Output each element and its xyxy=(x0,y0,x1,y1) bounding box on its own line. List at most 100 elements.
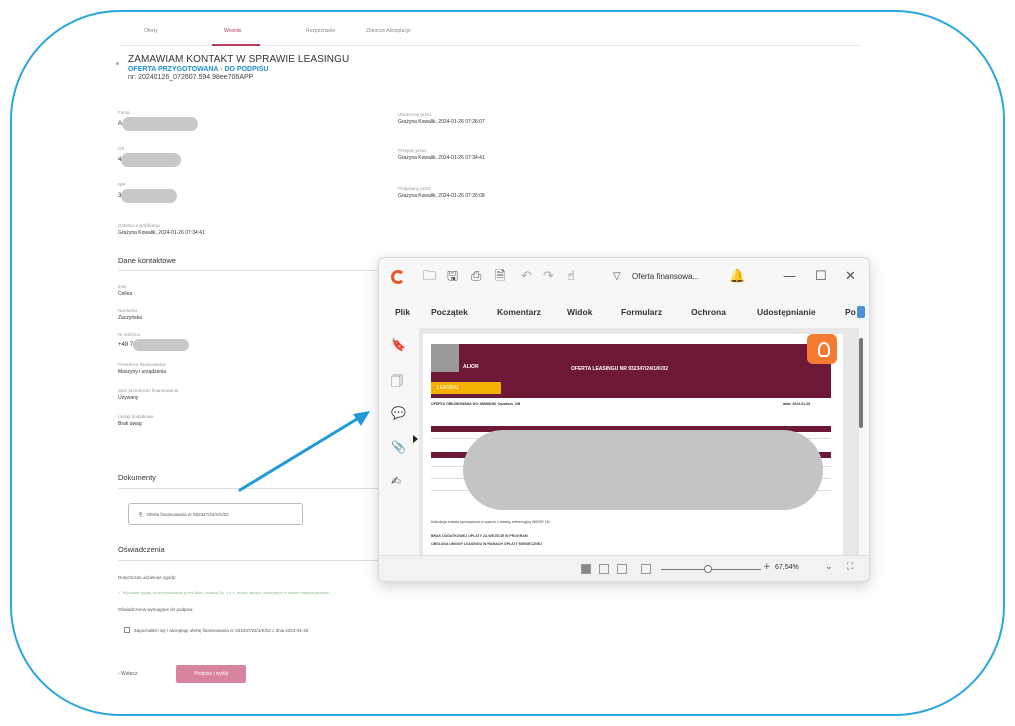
request-header: ZAMAWIAM KONTAKT W SPRAWIE LEASINGU OFER… xyxy=(116,54,350,81)
pages-icon[interactable]: 🗍 xyxy=(391,372,403,393)
company-label: Firma xyxy=(118,110,130,115)
menu-form[interactable]: Formularz xyxy=(621,307,662,317)
last-modified-label: Ostatnia modyfikacja xyxy=(118,223,160,228)
app-logo-icon xyxy=(391,270,405,284)
menu-view[interactable]: Widok xyxy=(567,307,592,317)
back-link[interactable]: ‹ Wstecz xyxy=(118,671,137,677)
accept-offer-row: Zapoznałem się i akceptuję ofertę finans… xyxy=(124,627,308,633)
phone-label: Nr telefonu xyxy=(118,332,141,337)
hand-tool-icon[interactable]: ☝ xyxy=(567,270,575,284)
single-page-view-icon[interactable] xyxy=(581,564,591,574)
menu-home[interactable]: Początek xyxy=(431,307,468,317)
last-name-label: Nazwisko xyxy=(118,308,138,313)
status-separator: › xyxy=(220,66,223,73)
close-icon[interactable]: ✕ xyxy=(845,270,856,284)
side-panel-toggle-icon[interactable] xyxy=(413,435,418,443)
tab-bar: Oferty Wnioski Rozpoznanie Zbiorcze Akce… xyxy=(120,22,860,46)
tab-bulk-approvals[interactable]: Zbiorcze Akceptacje xyxy=(366,28,411,34)
pdf-text-line: Kalkulacja została sporządzona w oparciu… xyxy=(431,520,551,524)
print-icon[interactable]: ⎙ xyxy=(471,270,481,284)
signature-icon[interactable]: ✍ xyxy=(391,474,401,488)
lightbulb-icon[interactable] xyxy=(807,334,837,364)
ribbon-scroll-button[interactable] xyxy=(857,306,865,318)
given-consent-note: ✓ Wyrażam zgodę na przetwarzanie przez A… xyxy=(118,590,330,595)
pdf-subline: OFERTA OBEJMOWANA DO: MINIMUM_Oprafuss_D… xyxy=(431,402,521,406)
last-name-value: Zaczyńska xyxy=(118,315,142,321)
signed-by-value: Grażyna Kowalik, 2024-01-26 07:26:08 xyxy=(398,193,485,199)
zoom-level[interactable]: 67,54% xyxy=(775,564,799,571)
financing-subject-value: Maszyny i urządzenia xyxy=(118,369,167,375)
fullscreen-icon[interactable]: ⛶ xyxy=(847,562,853,572)
remarks-value: Brak uwag xyxy=(118,421,142,427)
request-number: nr: 20240126_072607.594.98ee706APP xyxy=(128,74,254,81)
financing-subject-label: Przedmiot finansowania xyxy=(118,362,166,367)
masked-phone xyxy=(133,339,190,351)
pdf-header-band: ALIOR LEASING OFERTA LEASINGU NR 932347/… xyxy=(431,344,831,398)
continuous-view-icon[interactable] xyxy=(599,564,609,574)
two-page-view-icon[interactable] xyxy=(617,564,627,574)
zoom-dropdown-icon[interactable]: ⌄ xyxy=(825,562,833,572)
required-statements-label: Oświadczenia wymagane do podpisu: xyxy=(118,607,194,612)
ribbon-menu: Plik Początek Komentarz Widok Formularz … xyxy=(379,302,869,322)
document-menu-icon[interactable]: ▽ xyxy=(613,270,621,284)
redo-icon[interactable]: ↷ xyxy=(543,270,554,284)
last-name-field: Nazwisko Zaczyńska xyxy=(118,308,142,321)
menu-sharing[interactable]: Udostępnianie xyxy=(757,307,816,317)
status-next: DO PODPISU xyxy=(224,66,269,73)
sign-and-send-button[interactable]: Podpisz i wyślij xyxy=(176,665,246,683)
subject-state-value: Używany xyxy=(118,395,139,401)
tab-recognition[interactable]: Rozpoznanie xyxy=(306,28,335,34)
export-icon[interactable]: 🗎 xyxy=(495,270,505,284)
bookmark-icon[interactable]: 🔖 xyxy=(391,338,406,352)
documents-divider xyxy=(118,488,378,489)
pdf-text-line: BRAK DODATKOWEJ OPŁATY ZA WEJŚCIE W PROG… xyxy=(431,534,528,538)
tab-offers[interactable]: Oferty xyxy=(144,28,158,34)
tab-applications[interactable]: Wnioski xyxy=(224,28,242,34)
pdf-date: data: 2024-01-26 xyxy=(783,402,811,406)
signed-by-label: Podpisany przez xyxy=(398,186,432,191)
pdf-offer-title: OFERTA LEASINGU NR 932347/24/1/K/02 xyxy=(571,366,668,372)
given-consents-label: Dotychczas udzielone zgody: xyxy=(118,575,177,580)
open-folder-icon[interactable]: 🗀 xyxy=(423,270,436,284)
notification-bell-icon[interactable]: 🔔 xyxy=(729,270,745,284)
menu-file[interactable]: Plik xyxy=(395,307,410,317)
last-modified-value: Grażyna Kowalik, 2024-01-26 07:34:41 xyxy=(118,230,205,236)
menu-protection[interactable]: Ochrona xyxy=(691,307,726,317)
comment-icon[interactable]: 💬 xyxy=(391,406,406,420)
status-current: OFERTA PRZYGOTOWANA xyxy=(128,66,219,73)
zoom-in-icon[interactable]: + xyxy=(763,562,771,572)
menu-comments[interactable]: Komentarz xyxy=(497,307,541,317)
statements-section-title: Oświadczenia xyxy=(118,545,165,554)
page-title: ZAMAWIAM KONTAKT W SPRAWIE LEASINGU xyxy=(128,54,350,65)
zoom-out-icon[interactable] xyxy=(641,564,651,574)
undo-icon[interactable]: ↶ xyxy=(521,270,532,284)
zoom-slider-knob[interactable] xyxy=(704,565,712,573)
accept-offer-label: Zapoznałem się i akceptuję ofertę finans… xyxy=(134,627,309,633)
masked-pdf-content xyxy=(463,430,823,510)
offer-document-label: Oferta finansowania nr 932347/24/1/K/02 xyxy=(146,511,229,517)
first-name-field: Imię Celina xyxy=(118,284,132,297)
document-title: Oferta finansowa... xyxy=(632,272,700,281)
save-icon[interactable]: 🖫 xyxy=(447,270,458,284)
minimize-icon[interactable]: — xyxy=(783,270,796,284)
first-name-label: Imię xyxy=(118,284,127,289)
offer-document-link[interactable]: ⎘ Oferta finansowania nr 932347/24/1/K/0… xyxy=(128,503,303,525)
menu-more[interactable]: Po xyxy=(845,307,856,317)
phone-field: Nr telefonu +48 7 xyxy=(118,332,190,351)
created-by-value: Grażyna Kowalik, 2024-01-26 07:26:07 xyxy=(398,119,485,125)
collapse-dot-icon[interactable] xyxy=(116,62,119,65)
subject-state-field: Stan przedmiotu finansowania Używany xyxy=(118,388,178,401)
vertical-scrollbar[interactable] xyxy=(859,338,863,428)
os-field: OS 4 xyxy=(118,146,182,167)
masked-company xyxy=(122,117,199,131)
pdf-logo-image xyxy=(431,344,459,372)
accept-offer-checkbox[interactable] xyxy=(124,627,130,633)
os-label: OS xyxy=(118,146,125,151)
documents-section-title: Dokumenty xyxy=(118,473,156,482)
document-canvas: ALIOR LEASING OFERTA LEASINGU NR 932347/… xyxy=(419,328,859,556)
attachment-icon[interactable]: 📎 xyxy=(391,440,406,454)
nip-label: NIP xyxy=(118,182,126,187)
remarks-label: Uwagi dodatkowe xyxy=(118,414,154,419)
contact-section-title: Dane kontaktowe xyxy=(118,256,176,265)
maximize-icon[interactable]: ☐ xyxy=(815,270,827,284)
